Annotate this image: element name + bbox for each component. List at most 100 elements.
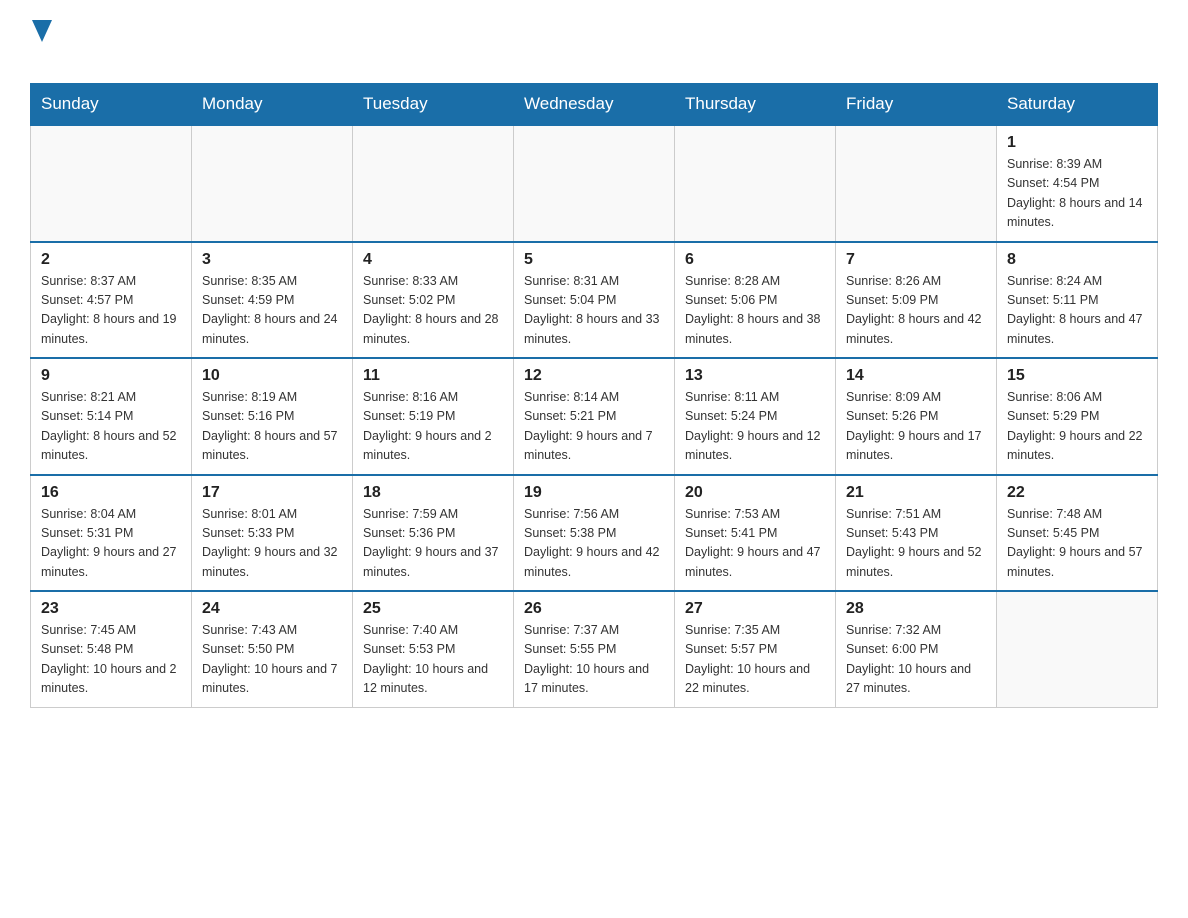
day-info: Sunrise: 8:24 AM Sunset: 5:11 PM Dayligh… [1007,272,1147,350]
calendar-cell [997,591,1158,707]
page-header [30,20,1158,73]
calendar-table: Sunday Monday Tuesday Wednesday Thursday… [30,83,1158,708]
header-wednesday: Wednesday [514,84,675,126]
day-number: 16 [41,484,181,502]
day-info: Sunrise: 8:11 AM Sunset: 5:24 PM Dayligh… [685,388,825,466]
day-number: 27 [685,600,825,618]
day-info: Sunrise: 7:40 AM Sunset: 5:53 PM Dayligh… [363,621,503,699]
calendar-cell: 25 Sunrise: 7:40 AM Sunset: 5:53 PM Dayli… [353,591,514,707]
day-number: 9 [41,367,181,385]
day-number: 1 [1007,134,1147,152]
day-number: 15 [1007,367,1147,385]
calendar-cell: 17 Sunrise: 8:01 AM Sunset: 5:33 PM Dayli… [192,475,353,592]
day-number: 18 [363,484,503,502]
calendar-cell: 4 Sunrise: 8:33 AM Sunset: 5:02 PM Daylig… [353,242,514,359]
day-number: 26 [524,600,664,618]
day-number: 21 [846,484,986,502]
day-info: Sunrise: 7:53 AM Sunset: 5:41 PM Dayligh… [685,505,825,583]
day-number: 19 [524,484,664,502]
day-info: Sunrise: 8:33 AM Sunset: 5:02 PM Dayligh… [363,272,503,350]
day-info: Sunrise: 8:19 AM Sunset: 5:16 PM Dayligh… [202,388,342,466]
calendar-cell [192,125,353,242]
calendar-cell: 21 Sunrise: 7:51 AM Sunset: 5:43 PM Dayli… [836,475,997,592]
calendar-cell: 11 Sunrise: 8:16 AM Sunset: 5:19 PM Dayli… [353,358,514,475]
day-number: 24 [202,600,342,618]
week-row-1: 2 Sunrise: 8:37 AM Sunset: 4:57 PM Daylig… [31,242,1158,359]
calendar-cell: 12 Sunrise: 8:14 AM Sunset: 5:21 PM Dayli… [514,358,675,475]
day-number: 3 [202,251,342,269]
header-saturday: Saturday [997,84,1158,126]
week-row-0: 1 Sunrise: 8:39 AM Sunset: 4:54 PM Daylig… [31,125,1158,242]
calendar-cell: 6 Sunrise: 8:28 AM Sunset: 5:06 PM Daylig… [675,242,836,359]
calendar-cell: 1 Sunrise: 8:39 AM Sunset: 4:54 PM Daylig… [997,125,1158,242]
day-info: Sunrise: 8:21 AM Sunset: 5:14 PM Dayligh… [41,388,181,466]
calendar-cell: 16 Sunrise: 8:04 AM Sunset: 5:31 PM Dayli… [31,475,192,592]
day-number: 22 [1007,484,1147,502]
calendar-cell [31,125,192,242]
day-number: 5 [524,251,664,269]
day-info: Sunrise: 8:28 AM Sunset: 5:06 PM Dayligh… [685,272,825,350]
day-number: 11 [363,367,503,385]
day-info: Sunrise: 8:39 AM Sunset: 4:54 PM Dayligh… [1007,155,1147,233]
day-info: Sunrise: 8:16 AM Sunset: 5:19 PM Dayligh… [363,388,503,466]
calendar-cell: 8 Sunrise: 8:24 AM Sunset: 5:11 PM Daylig… [997,242,1158,359]
calendar-cell: 27 Sunrise: 7:35 AM Sunset: 5:57 PM Dayli… [675,591,836,707]
header-sunday: Sunday [31,84,192,126]
calendar-cell: 19 Sunrise: 7:56 AM Sunset: 5:38 PM Dayli… [514,475,675,592]
day-number: 7 [846,251,986,269]
day-number: 14 [846,367,986,385]
day-info: Sunrise: 7:51 AM Sunset: 5:43 PM Dayligh… [846,505,986,583]
header-tuesday: Tuesday [353,84,514,126]
week-row-4: 23 Sunrise: 7:45 AM Sunset: 5:48 PM Dayli… [31,591,1158,707]
day-number: 10 [202,367,342,385]
calendar-cell [514,125,675,242]
calendar-cell: 24 Sunrise: 7:43 AM Sunset: 5:50 PM Dayli… [192,591,353,707]
day-info: Sunrise: 8:31 AM Sunset: 5:04 PM Dayligh… [524,272,664,350]
day-number: 25 [363,600,503,618]
calendar-cell: 3 Sunrise: 8:35 AM Sunset: 4:59 PM Daylig… [192,242,353,359]
calendar-cell: 26 Sunrise: 7:37 AM Sunset: 5:55 PM Dayli… [514,591,675,707]
days-header-row: Sunday Monday Tuesday Wednesday Thursday… [31,84,1158,126]
header-monday: Monday [192,84,353,126]
calendar-cell [353,125,514,242]
calendar-cell: 22Sunrise: 7:48 AM Sunset: 5:45 PM Dayli… [997,475,1158,592]
day-number: 6 [685,251,825,269]
calendar-cell: 5 Sunrise: 8:31 AM Sunset: 5:04 PM Daylig… [514,242,675,359]
calendar-cell: 13 Sunrise: 8:11 AM Sunset: 5:24 PM Dayli… [675,358,836,475]
day-number: 4 [363,251,503,269]
day-info: Sunrise: 7:56 AM Sunset: 5:38 PM Dayligh… [524,505,664,583]
calendar-cell: 2 Sunrise: 8:37 AM Sunset: 4:57 PM Daylig… [31,242,192,359]
day-info: Sunrise: 8:37 AM Sunset: 4:57 PM Dayligh… [41,272,181,350]
calendar-cell [675,125,836,242]
day-number: 13 [685,367,825,385]
day-info: Sunrise: 7:37 AM Sunset: 5:55 PM Dayligh… [524,621,664,699]
day-info: Sunrise: 8:04 AM Sunset: 5:31 PM Dayligh… [41,505,181,583]
day-number: 8 [1007,251,1147,269]
day-info: Sunrise: 8:06 AM Sunset: 5:29 PM Dayligh… [1007,388,1147,466]
calendar-cell [836,125,997,242]
calendar-cell: 9 Sunrise: 8:21 AM Sunset: 5:14 PM Daylig… [31,358,192,475]
header-thursday: Thursday [675,84,836,126]
calendar-cell: 15 Sunrise: 8:06 AM Sunset: 5:29 PM Dayli… [997,358,1158,475]
week-row-2: 9 Sunrise: 8:21 AM Sunset: 5:14 PM Daylig… [31,358,1158,475]
day-info: Sunrise: 8:35 AM Sunset: 4:59 PM Dayligh… [202,272,342,350]
day-number: 23 [41,600,181,618]
day-info: Sunrise: 7:43 AM Sunset: 5:50 PM Dayligh… [202,621,342,699]
day-number: 12 [524,367,664,385]
calendar-cell: 20 Sunrise: 7:53 AM Sunset: 5:41 PM Dayli… [675,475,836,592]
day-number: 17 [202,484,342,502]
day-info: Sunrise: 7:32 AM Sunset: 6:00 PM Dayligh… [846,621,986,699]
week-row-3: 16 Sunrise: 8:04 AM Sunset: 5:31 PM Dayli… [31,475,1158,592]
header-friday: Friday [836,84,997,126]
day-number: 20 [685,484,825,502]
day-info: Sunrise: 7:35 AM Sunset: 5:57 PM Dayligh… [685,621,825,699]
day-info: Sunrise: 8:14 AM Sunset: 5:21 PM Dayligh… [524,388,664,466]
day-number: 2 [41,251,181,269]
day-info: Sunrise: 8:01 AM Sunset: 5:33 PM Dayligh… [202,505,342,583]
day-number: 28 [846,600,986,618]
logo-arrow [32,20,52,42]
day-info: Sunrise: 8:26 AM Sunset: 5:09 PM Dayligh… [846,272,986,350]
day-info: Sunrise: 7:45 AM Sunset: 5:48 PM Dayligh… [41,621,181,699]
day-info: Sunrise: 7:59 AM Sunset: 5:36 PM Dayligh… [363,505,503,583]
calendar-cell: 14Sunrise: 8:09 AM Sunset: 5:26 PM Dayli… [836,358,997,475]
